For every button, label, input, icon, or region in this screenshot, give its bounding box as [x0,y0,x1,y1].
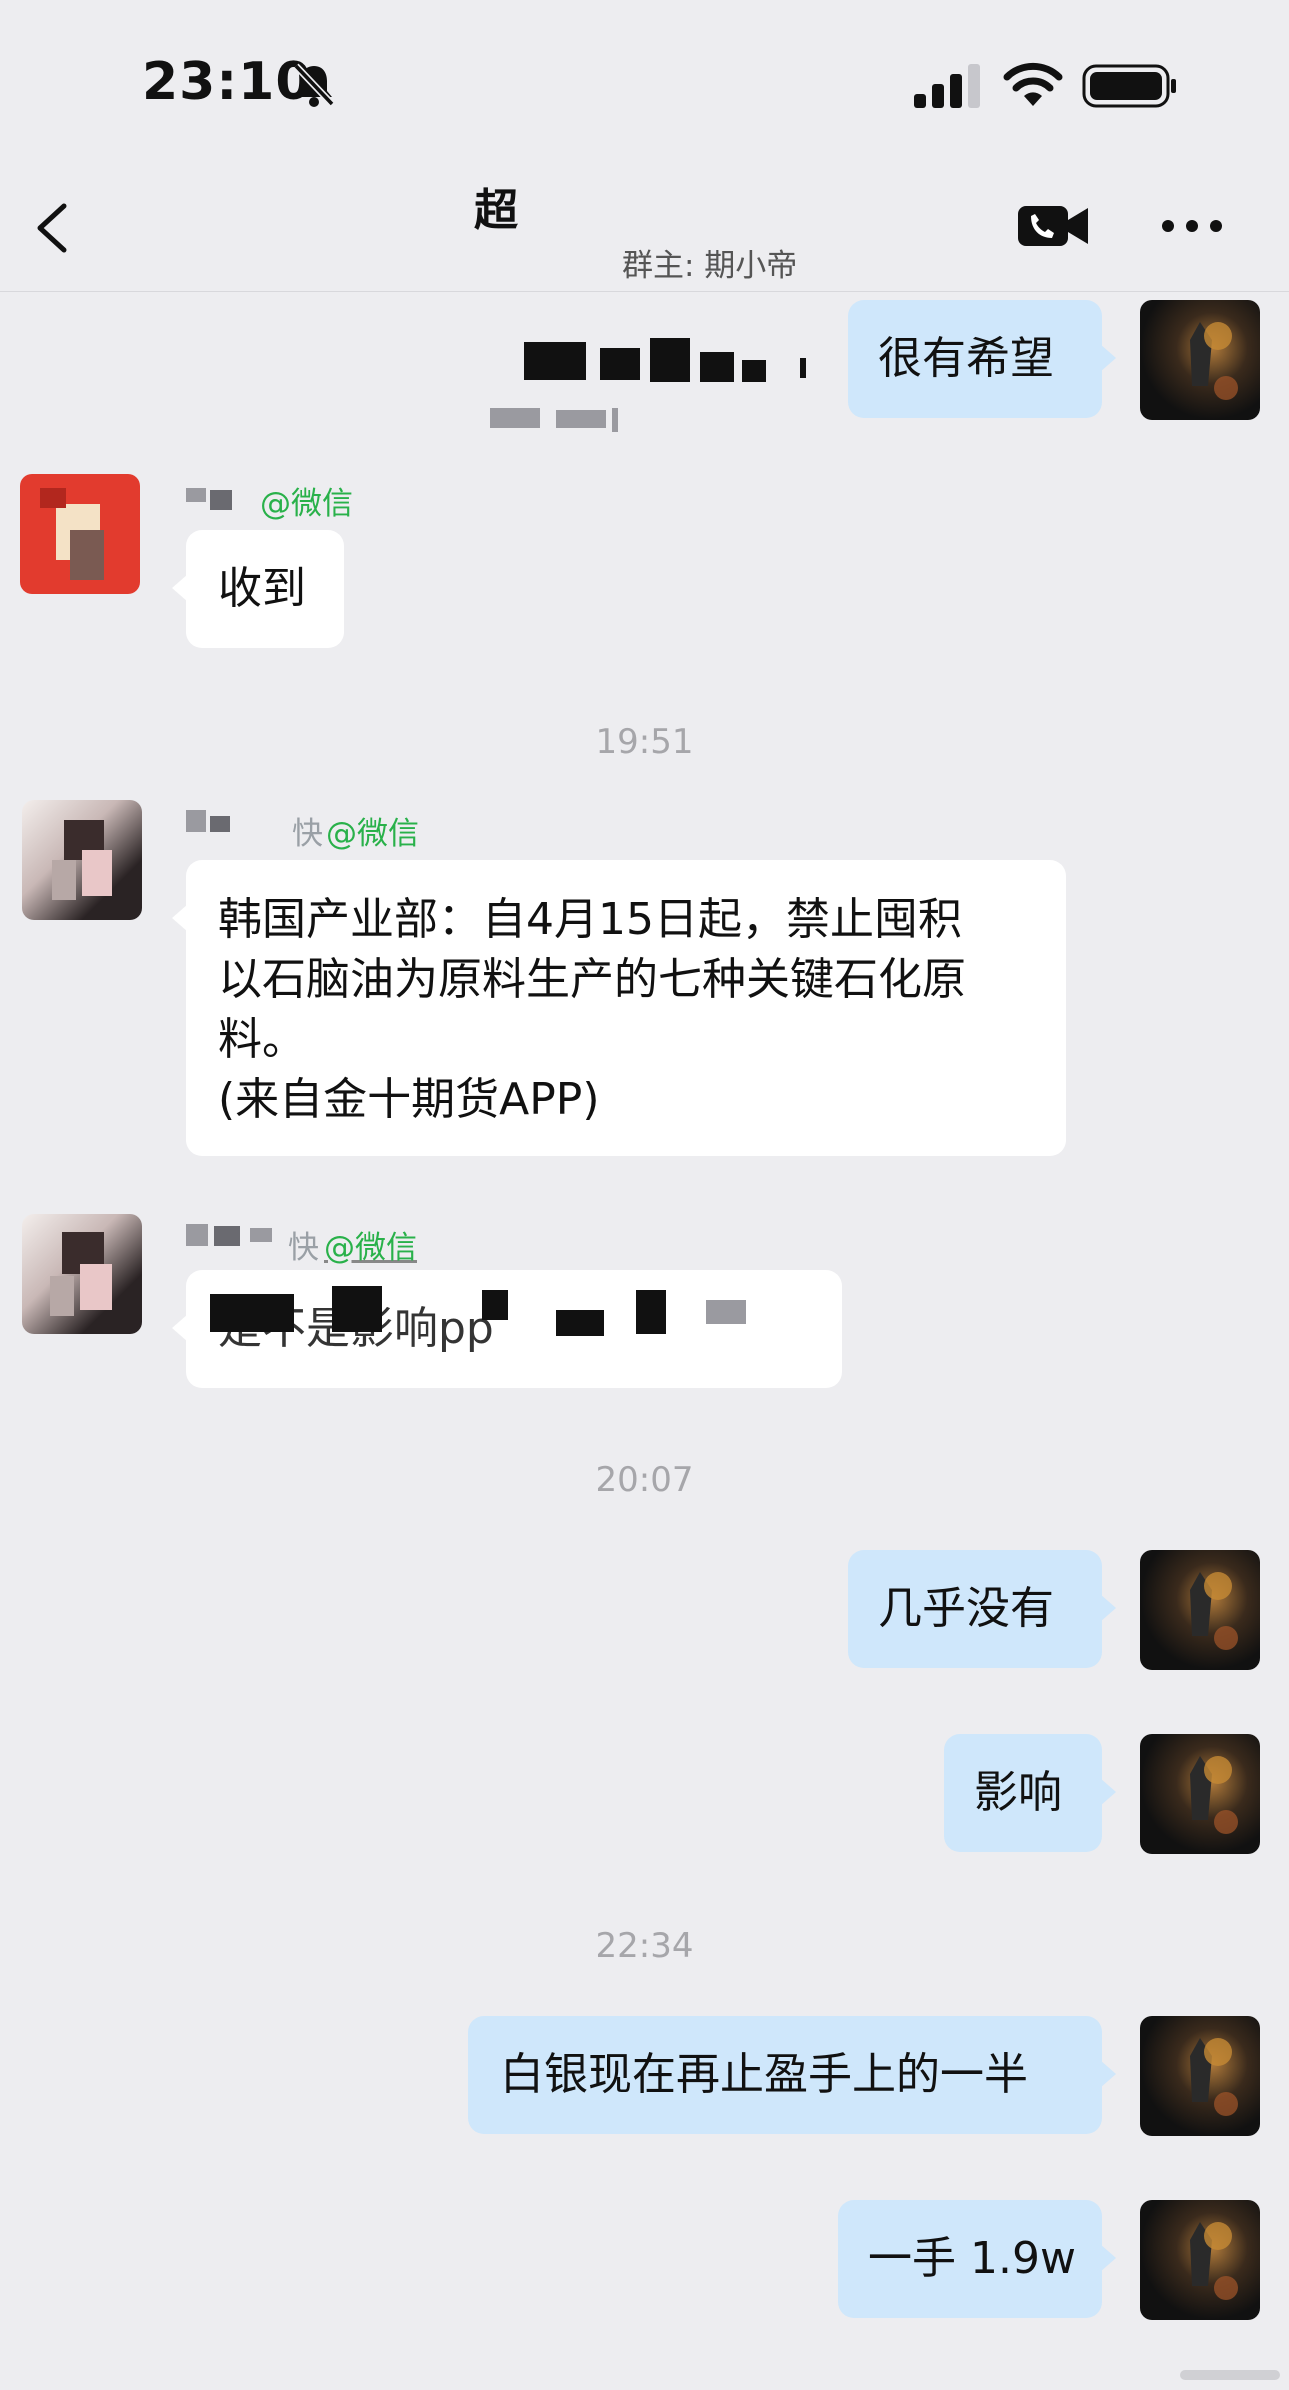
chat-nav-bar: 超 群主: 期小帝 [0,160,1289,432]
sender-avatar[interactable] [22,1214,142,1334]
sender-tag: @微信 [260,486,353,522]
sender-name [186,806,256,836]
timestamp: 22:34 [595,1926,694,1966]
message-bubble[interactable]: 一手 1.9w [838,2200,1116,2318]
message-line: 料。 [218,1014,306,1065]
message-bubble[interactable]: 韩国产业部：自4月15日起，禁止囤积 以石脑油为原料生产的七种关键石化原 料。 … [172,860,1066,1156]
chat-subtitle: 群主: 期小帝 [622,248,798,284]
sender-name [186,1220,282,1250]
message-text: 收到 [218,563,306,614]
message-text: 白银现在再止盈手上的一半 [500,2049,1028,2100]
my-avatar[interactable] [1140,1734,1260,1854]
message-line: 韩国产业部：自4月15日起，禁止囤积 [218,894,962,945]
message-line: (来自金十期货APP) [218,1074,600,1125]
my-avatar[interactable] [1140,2200,1260,2320]
message-bubble[interactable]: 影响 [944,1734,1116,1852]
my-avatar[interactable] [1140,300,1260,420]
sender-name [186,482,256,510]
message-text: 很有希望 [878,333,1054,384]
my-avatar[interactable] [1140,1550,1260,1670]
sender-avatar[interactable] [20,474,140,594]
more-icon[interactable] [1160,204,1224,248]
message-bubble[interactable]: 几乎没有 [848,1550,1116,1668]
message-text: 一手 1.9w [868,2233,1076,2284]
video-call-icon[interactable] [1016,200,1090,252]
chat-title: 超 [474,185,518,236]
battery-icon [1082,64,1176,108]
cellular-signal-icon [914,64,980,108]
message-bubble[interactable]: 收到 [172,530,344,648]
sender-tag: @微信 [324,1230,417,1266]
wifi-icon [1003,62,1063,106]
status-time: 23:10 [142,52,313,112]
sender-name-part: 快 [288,1230,319,1266]
home-indicator[interactable] [1180,2370,1280,2380]
message-bubble[interactable]: 很有希望 [848,300,1116,418]
message-text: 几乎没有 [878,1583,1054,1634]
sender-avatar[interactable] [22,800,142,920]
sender-name-part: 快 [292,816,323,852]
message-line: 以石脑油为原料生产的七种关键石化原 [218,954,966,1005]
timestamp: 20:07 [595,1460,694,1500]
message-text: 影响 [974,1767,1062,1818]
bell-slash-icon [293,63,335,107]
chevron-left-icon[interactable] [30,200,74,256]
status-bar: 23:10 [0,0,1289,160]
sender-tag: @微信 [326,816,419,852]
timestamp: 19:51 [595,722,694,762]
message-bubble[interactable]: 白银现在再止盈手上的一半 [468,2016,1116,2134]
message-bubble[interactable]: 是不是影响pp [172,1270,842,1388]
my-avatar[interactable] [1140,2016,1260,2136]
